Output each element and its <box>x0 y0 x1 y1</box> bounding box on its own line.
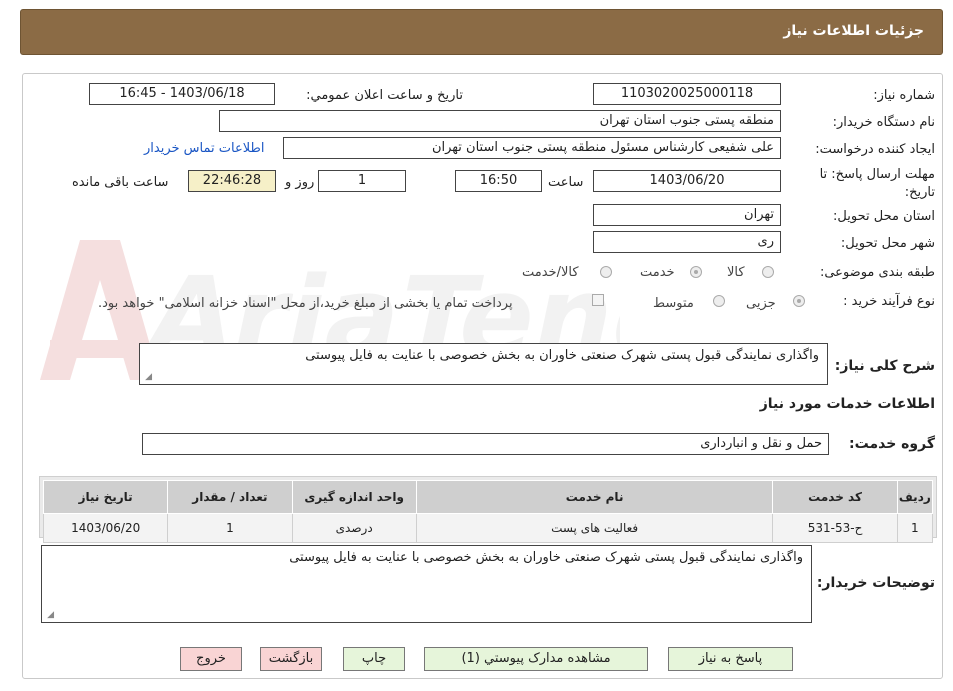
table-row: 1 ح-53-531 فعالیت های پست درصدی 1 1403/0… <box>42 513 934 543</box>
cell-unit: درصدی <box>291 513 417 543</box>
table-header-row: ردیف کد خدمت نام خدمت واحد اندازه گیری ت… <box>42 480 934 514</box>
cell-name: فعالیت های پست <box>415 513 774 543</box>
purchase-minor-radio[interactable] <box>793 295 805 307</box>
need-number-label: شماره نیاز: <box>873 88 935 103</box>
cell-row: 1 <box>896 513 934 543</box>
description-label: شرح کلی نیاز: <box>834 358 935 374</box>
remaining-time-label: ساعت باقی مانده <box>72 175 169 190</box>
category-goods-radio[interactable] <box>762 266 774 278</box>
back-button[interactable]: بازگشت <box>260 647 322 671</box>
category-both-label: کالا/خدمت <box>522 265 579 280</box>
deadline-time-label: ساعت <box>548 175 584 190</box>
col-code-header: کد خدمت <box>772 480 898 514</box>
deadline-days-field: 1 <box>318 170 406 192</box>
col-unit-header: واحد اندازه گیری <box>291 480 417 514</box>
purchase-type-label: نوع فرآیند خرید : <box>843 294 935 309</box>
reply-button[interactable]: پاسخ به نیاز <box>668 647 793 671</box>
service-group-label: گروه خدمت: <box>849 436 935 452</box>
category-goods-label: کالا <box>727 265 745 280</box>
purchase-minor-label: جزیی <box>746 296 776 311</box>
deadline-days-label: روز و <box>285 175 315 190</box>
province-field: تهران <box>593 204 781 226</box>
announce-datetime-label: تاریخ و ساعت اعلان عمومي: <box>306 88 463 103</box>
page-title: جزئیات اطلاعات نیاز <box>783 23 924 39</box>
purchase-medium-label: متوسط <box>653 296 694 311</box>
buyer-org-field: منطقه پستی جنوب استان تهران <box>219 110 781 132</box>
resize-grip-icon[interactable]: ◢ <box>45 611 54 620</box>
remaining-time-field: 22:46:28 <box>188 170 276 192</box>
city-label: شهر محل تحویل: <box>840 236 935 251</box>
services-section-title: اطلاعات خدمات مورد نیاز <box>759 396 935 412</box>
buyer-notes-text: واگذاری نمایندگی قبول پستی شهرک صنعتی خا… <box>289 550 803 565</box>
category-service-label: خدمت <box>640 265 675 280</box>
buyer-org-label: نام دستگاه خریدار: <box>832 115 935 130</box>
print-button[interactable]: چاپ <box>343 647 405 671</box>
services-table-frame: ردیف کد خدمت نام خدمت واحد اندازه گیری ت… <box>39 476 937 543</box>
province-label: استان محل تحویل: <box>833 209 935 224</box>
description-text: واگذاری نمایندگی قبول پستی شهرک صنعتی خا… <box>305 348 819 363</box>
announce-datetime-field: 1403/06/18 - 16:45 <box>89 83 275 105</box>
need-number-field: 1103020025000118 <box>593 83 781 105</box>
deadline-time-field: 16:50 <box>455 170 542 192</box>
requester-label: ایجاد کننده درخواست: <box>815 142 935 157</box>
description-textarea[interactable]: واگذاری نمایندگی قبول پستی شهرک صنعتی خا… <box>139 343 828 385</box>
requester-field: علی شفیعی کارشناس مسئول منطقه پستی جنوب … <box>283 137 781 159</box>
exit-button[interactable]: خروج <box>180 647 242 671</box>
resize-grip-icon[interactable]: ◢ <box>143 373 152 382</box>
col-qty-header: تعداد / مقدار <box>167 480 293 514</box>
cell-code: ح-53-531 <box>772 513 898 543</box>
deadline-date-field: 1403/06/20 <box>593 170 781 192</box>
treasury-payment-note: پرداخت تمام یا بخشی از مبلغ خرید،از محل … <box>98 296 513 311</box>
buyer-notes-textarea[interactable]: واگذاری نمایندگی قبول پستی شهرک صنعتی خا… <box>41 545 812 623</box>
col-row-header: ردیف <box>896 480 934 514</box>
page-header: جزئیات اطلاعات نیاز <box>20 9 943 55</box>
services-table: ردیف کد خدمت نام خدمت واحد اندازه گیری ت… <box>42 480 934 543</box>
category-both-radio[interactable] <box>600 266 612 278</box>
buyer-contact-link[interactable]: اطلاعات تماس خریدار <box>144 141 264 156</box>
purchase-medium-radio[interactable] <box>713 295 725 307</box>
col-name-header: نام خدمت <box>415 480 774 514</box>
treasury-payment-checkbox[interactable] <box>592 294 604 306</box>
cell-qty: 1 <box>167 513 293 543</box>
view-attachments-button[interactable]: مشاهده مدارک پیوستي (1) <box>424 647 648 671</box>
category-label: طبقه بندی موضوعی: <box>819 265 935 280</box>
city-field: ری <box>593 231 781 253</box>
cell-date: 1403/06/20 <box>42 513 169 543</box>
col-date-header: تاریخ نیاز <box>42 480 169 514</box>
buyer-notes-label: توضیحات خریدار: <box>816 575 935 591</box>
service-group-field: حمل و نقل و انبارداری <box>142 433 829 455</box>
deadline-label: مهلت ارسال پاسخ: تا تاریخ: <box>819 167 935 200</box>
category-service-radio[interactable] <box>690 266 702 278</box>
